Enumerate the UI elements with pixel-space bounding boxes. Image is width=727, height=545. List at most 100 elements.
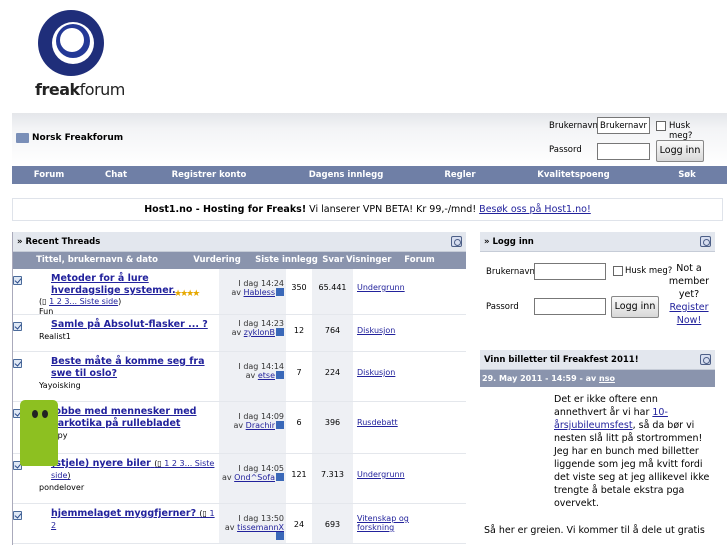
last-poster[interactable]: etse bbox=[258, 371, 275, 380]
table-row: Beste måte å komme seg fra swe til oslo?… bbox=[13, 352, 466, 402]
reply-count: 121 bbox=[286, 454, 312, 503]
post-author[interactable]: nso bbox=[599, 374, 615, 383]
thread-author: Yayoisking bbox=[39, 381, 81, 390]
thread-read-icon bbox=[13, 276, 22, 285]
goto-last-icon[interactable] bbox=[276, 421, 284, 429]
thread-title[interactable]: Beste måte å komme seg fra swe til oslo? bbox=[51, 356, 217, 380]
thread-read-icon bbox=[13, 511, 22, 520]
side-login-form: Brukernavn Husk meg? Passord Logg inn No… bbox=[480, 252, 715, 352]
forum-link[interactable]: Undergrunn bbox=[357, 283, 405, 292]
table-row: Metoder for å lure hverdagslige systemer… bbox=[13, 269, 466, 316]
breadcrumb-title: Norsk Freakforum bbox=[32, 133, 124, 143]
sidebar: » Logg inn Brukernavn Husk meg? Passord … bbox=[480, 232, 715, 352]
reply-count: 6 bbox=[286, 402, 312, 453]
forum-link[interactable]: Diskusjon bbox=[357, 326, 395, 335]
breadcrumb[interactable]: Norsk Freakforum bbox=[16, 133, 123, 143]
view-count: 7.313 bbox=[312, 454, 353, 503]
collapse-icon[interactable] bbox=[700, 354, 711, 365]
reply-count: 24 bbox=[286, 504, 312, 543]
post-body: Det er ikke oftere enn annethvert år vi … bbox=[484, 394, 710, 536]
forum-link[interactable]: Rusdebatt bbox=[357, 418, 398, 427]
thread-pages[interactable]: 1 2 3... Siste side bbox=[49, 297, 118, 306]
freakfest-title: Vinn billetter til Freakfest 2011! bbox=[484, 355, 639, 365]
side-login-button[interactable]: Logg inn bbox=[611, 296, 659, 318]
register-link[interactable]: Register Now! bbox=[666, 301, 712, 327]
thread-author: Kruppy bbox=[39, 431, 217, 440]
nav-daily-posts[interactable]: Dagens innlegg bbox=[272, 166, 420, 184]
nav-chat[interactable]: Chat bbox=[86, 166, 146, 184]
view-count: 396 bbox=[312, 402, 353, 453]
view-count: 65.441 bbox=[312, 269, 353, 314]
reply-count: 350 bbox=[286, 269, 312, 314]
side-username-label: Brukernavn bbox=[486, 267, 535, 277]
thread-title[interactable]: Jobbe med mennesker med narkotika på rul… bbox=[51, 406, 217, 430]
collapse-icon[interactable] bbox=[451, 236, 462, 247]
nav-search[interactable]: Søk bbox=[647, 166, 727, 184]
goto-last-icon[interactable] bbox=[276, 532, 284, 540]
last-poster[interactable]: tissemannX bbox=[237, 523, 284, 532]
freakfest-mascot-image bbox=[20, 400, 58, 466]
col-last-post: Siste innlegg bbox=[255, 255, 318, 265]
recent-threads-panel: » Recent Threads Tittel, brukernavn & da… bbox=[12, 232, 466, 545]
thread-columns: Tittel, brukernavn & dato Vurdering Sist… bbox=[13, 252, 466, 269]
host-banner: Host1.no - Hosting for Freaks! Vi lanser… bbox=[12, 198, 723, 221]
nav-forum[interactable]: Forum bbox=[12, 166, 86, 184]
login-button[interactable]: Logg inn bbox=[656, 140, 704, 162]
recent-threads-title: » Recent Threads bbox=[17, 237, 101, 247]
rating-stars: ★★★★ bbox=[174, 289, 200, 299]
table-row: Jobbe med mennesker med narkotika på rul… bbox=[13, 402, 466, 454]
col-rating: Vurdering bbox=[193, 255, 241, 265]
remember-checkbox[interactable] bbox=[656, 121, 666, 131]
banner-link[interactable]: Besøk oss på Host1.no! bbox=[479, 204, 591, 215]
password-input[interactable] bbox=[597, 143, 650, 160]
goto-last-icon[interactable] bbox=[276, 371, 284, 379]
freakforum-logo[interactable]: freakforum bbox=[26, 10, 125, 102]
last-poster[interactable]: Drachir bbox=[246, 421, 275, 430]
view-count: 224 bbox=[312, 352, 353, 401]
table-row: hjemmelaget myggfjerner? (▯ 1 2 I dag 13… bbox=[13, 504, 466, 544]
pages-icon: (▯ bbox=[39, 297, 47, 306]
username-input[interactable] bbox=[597, 117, 650, 134]
goto-last-icon[interactable] bbox=[276, 473, 284, 481]
nav-rules[interactable]: Regler bbox=[420, 166, 500, 184]
last-poster[interactable]: Ond^Sofa bbox=[234, 473, 275, 482]
nav-quality-points[interactable]: Kvalitetspoeng bbox=[500, 166, 647, 184]
last-poster[interactable]: zyklonB bbox=[244, 328, 275, 337]
view-count: 693 bbox=[312, 504, 353, 543]
side-remember-checkbox[interactable] bbox=[613, 266, 623, 276]
forum-link[interactable]: Vitenskap og forskning bbox=[357, 514, 409, 532]
forum-link[interactable]: Diskusjon bbox=[357, 368, 395, 377]
col-views: Visninger bbox=[346, 255, 392, 265]
username-label: Brukernavn bbox=[549, 121, 598, 131]
goto-last-icon[interactable] bbox=[276, 288, 284, 296]
thread-read-icon bbox=[13, 322, 22, 331]
reply-count: 12 bbox=[286, 315, 312, 351]
table-row: Samle på Absolut-flasker ... ? Realist1 … bbox=[13, 315, 466, 352]
view-count: 764 bbox=[312, 315, 353, 351]
side-password-input[interactable] bbox=[534, 298, 606, 315]
main-nav: Forum Chat Registrer konto Dagens innleg… bbox=[12, 166, 727, 184]
col-title: Tittel, brukernavn & dato bbox=[36, 255, 158, 265]
thread-title[interactable]: (stjele) nyere biler bbox=[51, 458, 151, 469]
collapse-icon[interactable] bbox=[700, 236, 711, 247]
reply-count: 7 bbox=[286, 352, 312, 401]
post-date: 29. May 2011 - 14:59 - av bbox=[482, 374, 597, 383]
thread-author: Realist1 bbox=[39, 332, 71, 341]
table-row: (stjele) nyere biler (▯ 1 2 3... Siste s… bbox=[13, 454, 466, 504]
col-replies: Svar bbox=[322, 255, 344, 265]
forum-link[interactable]: Undergrunn bbox=[357, 470, 405, 479]
thread-author: pondelover bbox=[39, 483, 85, 492]
side-username-input[interactable] bbox=[534, 263, 606, 280]
thread-title[interactable]: Samle på Absolut-flasker ... ? bbox=[51, 319, 217, 331]
nav-register[interactable]: Registrer konto bbox=[146, 166, 272, 184]
side-password-label: Passord bbox=[486, 302, 519, 312]
thread-read-icon bbox=[13, 359, 22, 368]
col-forum: Forum bbox=[404, 255, 435, 265]
remember-label: Husk meg? bbox=[669, 121, 693, 141]
freakfest-panel: Vinn billetter til Freakfest 2011! 29. M… bbox=[480, 350, 715, 537]
goto-last-icon[interactable] bbox=[276, 328, 284, 336]
last-poster[interactable]: Habless bbox=[244, 288, 275, 297]
password-label: Passord bbox=[549, 145, 582, 155]
thread-title[interactable]: hjemmelaget myggfjerner? bbox=[51, 508, 196, 519]
side-login-title: » Logg inn bbox=[484, 237, 534, 247]
